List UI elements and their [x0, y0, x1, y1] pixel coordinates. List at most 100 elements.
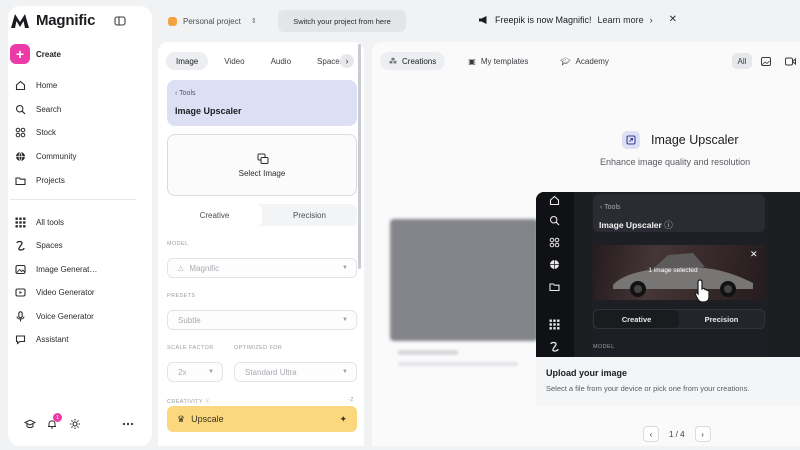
- graduation-cap-icon: 🎓︎: [560, 56, 571, 66]
- tab-label: Creations: [402, 56, 437, 66]
- info-icon: ⓘ: [204, 399, 211, 405]
- tab-image[interactable]: Image: [166, 52, 209, 70]
- assistant-icon: [14, 333, 26, 345]
- more-icon[interactable]: [122, 418, 134, 430]
- creativity-label: CREATIVITY ⓘ: [167, 397, 211, 405]
- tool-name: Image Upscaler: [175, 106, 242, 116]
- folder-icon: [549, 283, 560, 292]
- video-icon: [14, 286, 26, 298]
- sidebar-item-label: Voice Generator: [36, 311, 94, 321]
- mode-precision[interactable]: Precision: [262, 204, 357, 226]
- back-to-tools[interactable]: ‹ Tools: [175, 90, 196, 97]
- gear-icon[interactable]: [69, 418, 81, 430]
- sidebar-item-search[interactable]: Search: [14, 100, 61, 118]
- blurred-example-image: [390, 219, 538, 341]
- triangle-icon: △: [178, 265, 184, 272]
- page-indicator: 1 / 4: [669, 429, 685, 439]
- chevron-down-icon: ▼: [208, 369, 214, 375]
- preview-tool-name: Image Upscaler ⓘ: [599, 219, 673, 231]
- preset-select[interactable]: Subtle ▼: [167, 310, 357, 330]
- tab-my-templates[interactable]: ▣ My templates: [459, 52, 537, 70]
- create-button[interactable]: + Create: [10, 44, 61, 64]
- sidebar-item-label: Home: [36, 80, 58, 90]
- sidebar-item-all-tools[interactable]: All tools: [14, 213, 64, 231]
- media-filters: All: [732, 53, 800, 69]
- sidebar-item-assistant[interactable]: Assistant: [14, 330, 68, 348]
- sidebar-item-stock[interactable]: Stock: [14, 123, 56, 141]
- folder-icon: [14, 174, 26, 186]
- brand-name: Magnific: [36, 12, 96, 29]
- graduation-cap-icon[interactable]: [24, 418, 36, 430]
- stock-icon: [549, 237, 560, 248]
- tab-creations[interactable]: ⁂ Creations: [380, 52, 446, 70]
- filter-all[interactable]: All: [732, 53, 752, 69]
- tab-video[interactable]: Video: [214, 52, 254, 70]
- sidebar-item-image-generator[interactable]: Image Generat…: [14, 260, 97, 278]
- hero-title: Image Upscaler: [651, 133, 739, 147]
- pointer-cursor-icon: [694, 279, 710, 303]
- tab-academy[interactable]: 🎓︎ Academy: [551, 52, 618, 70]
- mode-creative[interactable]: Creative: [167, 204, 262, 226]
- upscale-button[interactable]: ♛ Upscale ✦: [167, 406, 357, 432]
- presets-label: PRESETS: [167, 293, 196, 299]
- blurred-caption-detail: [398, 362, 518, 366]
- optimized-value: Standard Ultra: [245, 367, 297, 377]
- optimized-for-select[interactable]: Standard Ultra ▼: [234, 362, 357, 382]
- grid-icon: [14, 216, 26, 228]
- sidebar-collapse-icon[interactable]: [114, 15, 126, 27]
- tool-header-card[interactable]: ‹ Tools Image Upscaler: [167, 80, 357, 126]
- scale-factor-label: SCALE FACTOR: [167, 345, 214, 351]
- spaces-icon: [550, 341, 559, 352]
- sidebar-item-label: Assistant: [36, 334, 69, 344]
- sidebar-item-home[interactable]: Home: [14, 76, 57, 94]
- preview-mode-creative: Creative: [594, 310, 679, 328]
- brand-logo[interactable]: Magnific: [10, 12, 95, 29]
- tab-audio[interactable]: Audio: [261, 52, 301, 70]
- globe-icon: [550, 260, 559, 269]
- select-image-button[interactable]: Select Image: [167, 134, 357, 196]
- grid-icon: [549, 319, 560, 330]
- previous-page-button[interactable]: ‹: [643, 426, 659, 442]
- filter-image-icon[interactable]: [756, 53, 776, 69]
- sidebar-item-community[interactable]: Community: [14, 147, 76, 165]
- close-icon[interactable]: ✕: [669, 14, 677, 25]
- mic-icon: [14, 310, 26, 322]
- sidebar-item-video-generator[interactable]: Video Generator: [14, 283, 95, 301]
- notification-badge: 1: [53, 413, 62, 422]
- sidebar-item-voice-generator[interactable]: Voice Generator: [14, 307, 94, 325]
- close-icon: ✕: [750, 249, 758, 259]
- sidebar-item-spaces[interactable]: Spaces: [14, 236, 63, 254]
- project-color-icon: [168, 16, 177, 26]
- sidebar-item-projects[interactable]: Projects: [14, 171, 65, 189]
- tabs-next-icon[interactable]: ›: [340, 54, 354, 68]
- model-value: Magnific: [189, 263, 220, 273]
- hero-subtitle: Enhance image quality and resolution: [600, 157, 751, 167]
- spaces-icon: [14, 239, 26, 251]
- globe-icon: [14, 150, 26, 162]
- preview-back-to-tools: ‹ Tools: [600, 204, 621, 211]
- learn-more-link[interactable]: Learn more: [598, 15, 644, 25]
- sidebar-item-label: Stock: [36, 127, 57, 137]
- preview-back-label: Tools: [604, 204, 621, 211]
- sidebar-item-label: Image Generat…: [36, 264, 98, 274]
- project-name: Personal project: [183, 16, 241, 26]
- pager: ‹ 1 / 4 ›: [643, 426, 711, 442]
- crown-icon: ♛: [177, 413, 186, 424]
- sidebar-divider: [10, 199, 136, 200]
- upload-title: Upload your image: [546, 368, 628, 378]
- filter-video-icon[interactable]: [780, 53, 800, 69]
- next-page-button[interactable]: ›: [694, 426, 711, 442]
- image-icon: [14, 263, 26, 275]
- upscale-label: Upscale: [191, 414, 224, 424]
- model-select[interactable]: △ Magnific ▼: [167, 258, 357, 278]
- scale-factor-select[interactable]: 2x ▼: [167, 362, 223, 382]
- chevron-down-icon: ▼: [342, 317, 348, 323]
- project-tooltip: Switch your project from here: [278, 10, 406, 32]
- template-icon: ▣: [468, 56, 476, 66]
- magnific-logo-icon: [11, 13, 29, 28]
- optimized-for-label: OPTIMIZED FOR: [234, 345, 283, 351]
- sidebar-item-label: Spaces: [36, 240, 63, 250]
- panel-scrollbar[interactable]: [358, 44, 361, 269]
- project-selector[interactable]: Personal project ⇕: [168, 12, 257, 30]
- chevron-right-icon: ›: [649, 14, 653, 25]
